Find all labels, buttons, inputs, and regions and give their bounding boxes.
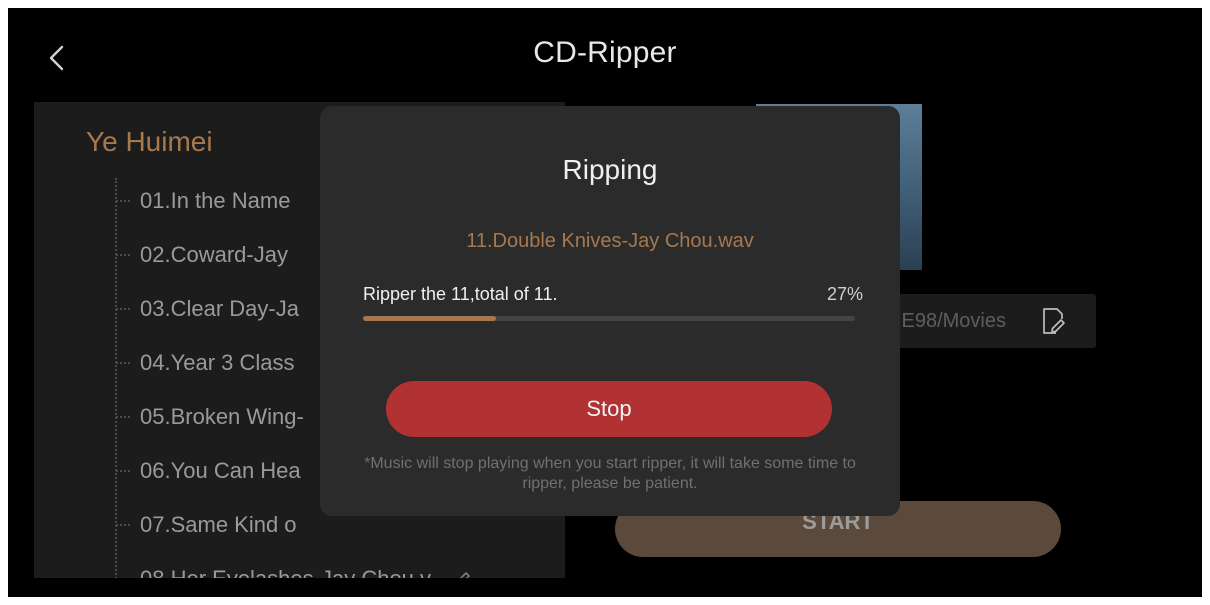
file-edit-icon[interactable] — [1038, 306, 1068, 336]
track-label: 04.Year 3 Class — [140, 350, 295, 375]
page-title: CD-Ripper — [533, 36, 677, 69]
app-screen: CD-Ripper Ye Huimei 01.In the Name 02.Co… — [8, 8, 1202, 597]
output-path-text: E98/Movies — [901, 310, 1007, 332]
ripping-note: *Music will stop playing when you start … — [364, 455, 856, 492]
track-label: 05.Broken Wing- — [140, 404, 304, 429]
ripping-dialog: Ripping 11.Double Knives-Jay Chou.wav Ri… — [320, 106, 900, 516]
dialog-title: Ripping — [562, 154, 658, 185]
track-item[interactable]: 08.Her Eyelashes-Jay Chou.v — [116, 552, 475, 578]
album-artist-name: Ye Huimei — [86, 126, 213, 157]
progress-percent: 27% — [826, 284, 863, 304]
track-label: 03.Clear Day-Ja — [140, 296, 299, 321]
progress-status-text: Ripper the 11,total of 11. — [363, 284, 558, 304]
track-label: 07.Same Kind o — [140, 512, 297, 537]
track-label: 02.Coward-Jay — [140, 242, 288, 267]
stop-button[interactable]: Stop — [386, 381, 832, 437]
track-label: 08.Her Eyelashes-Jay Chou.v — [140, 566, 431, 578]
progress-bar — [363, 316, 855, 321]
track-label: 01.In the Name — [140, 188, 291, 213]
pencil-icon[interactable] — [449, 566, 475, 578]
progress-bar-fill — [363, 316, 496, 321]
track-label: 06.You Can Hea — [140, 458, 301, 483]
ripping-file-name: 11.Double Knives-Jay Chou.wav — [466, 230, 754, 252]
